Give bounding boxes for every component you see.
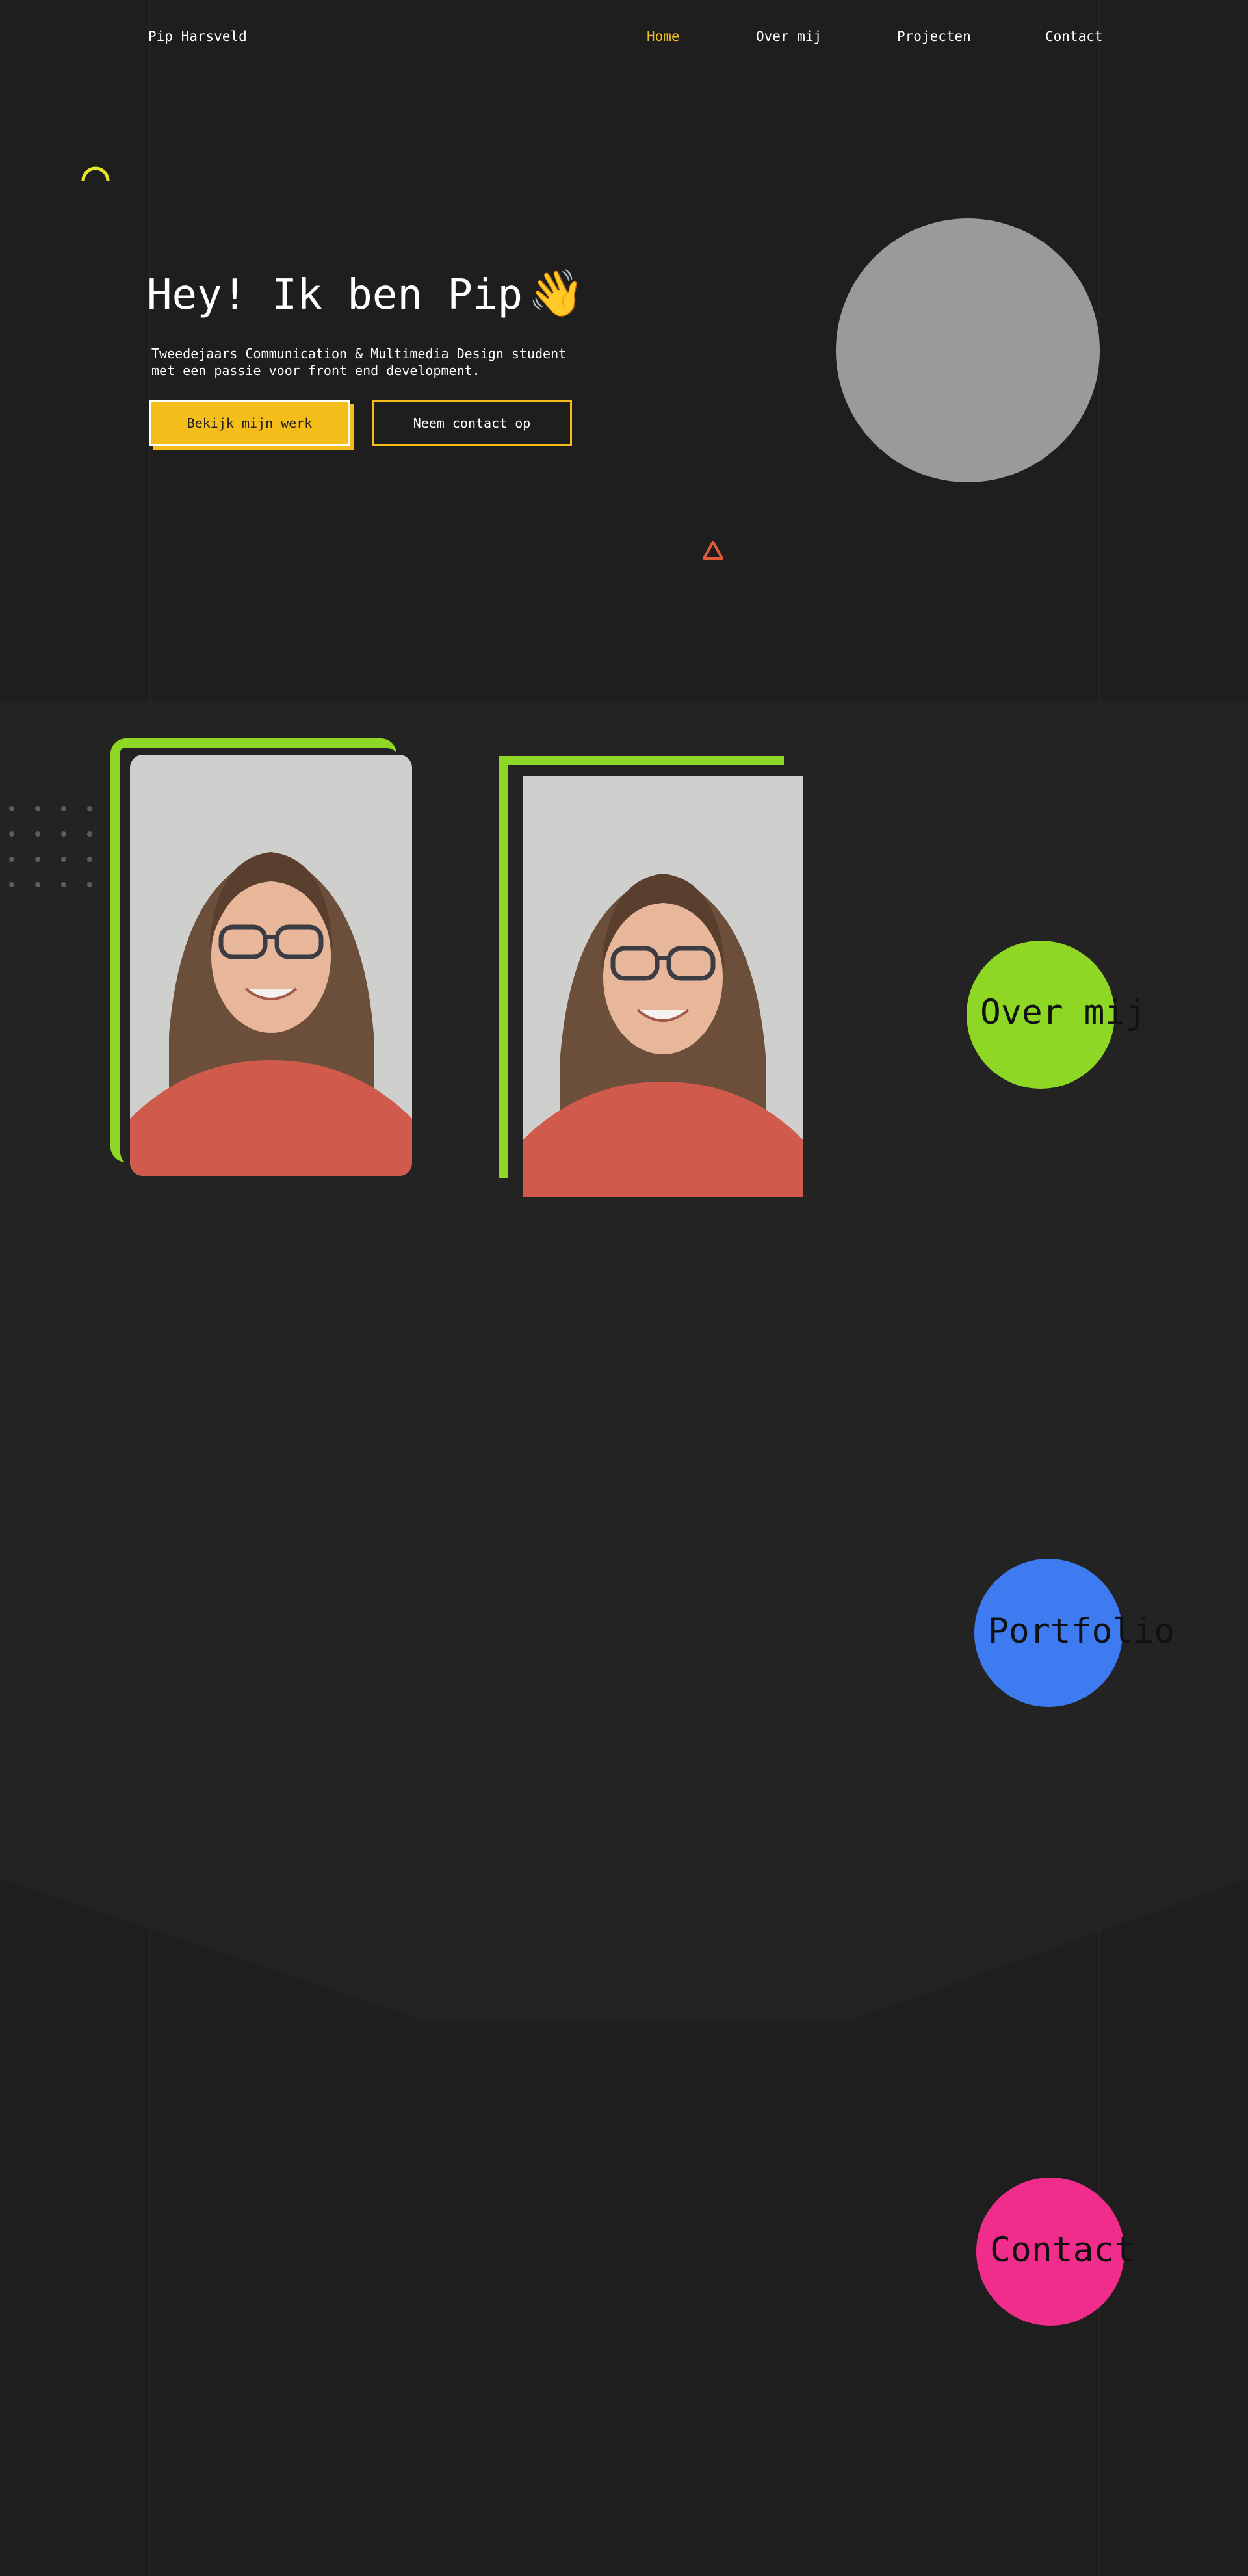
hero-title: Hey! Ik ben Pip 👋: [147, 270, 584, 316]
page: Pip Harsveld Home Over mij Projecten Con…: [0, 0, 1248, 2576]
grid-dot: [35, 831, 40, 837]
hero-image-placeholder: [836, 218, 1100, 482]
view-work-button[interactable]: Bekijk mijn werk: [150, 400, 350, 446]
grid-dot: [9, 882, 14, 887]
contact-label[interactable]: Contact: [990, 2230, 1135, 2270]
about-label[interactable]: Over mij: [980, 993, 1146, 1032]
grid-dot: [61, 806, 66, 811]
grid-dot: [35, 857, 40, 862]
grid-dot: [87, 882, 92, 887]
guide-line-left: [150, 0, 151, 2576]
grid-dot: [61, 831, 66, 837]
section-divider-chevron: [0, 1879, 1248, 2100]
grid-dot: [61, 857, 66, 862]
grid-dot: [9, 857, 14, 862]
grid-dot: [35, 882, 40, 887]
grid-dot: [9, 831, 14, 837]
dot-grid-decoration: [9, 806, 100, 891]
grid-dot: [87, 831, 92, 837]
triangle-outline-icon: [703, 541, 723, 560]
guide-line-right: [1098, 0, 1100, 2576]
profile-photo-square: [523, 776, 803, 1197]
grid-dot: [61, 882, 66, 887]
nav-link-over-mij[interactable]: Over mij: [756, 29, 822, 44]
hero-title-text: Hey! Ik ben Pip: [147, 271, 523, 319]
contact-me-button[interactable]: Neem contact op: [372, 400, 572, 446]
nav-link-contact[interactable]: Contact: [1045, 29, 1103, 44]
brand-name[interactable]: Pip Harsveld: [148, 29, 247, 44]
waving-hand-icon: 👋: [527, 267, 585, 320]
grid-dot: [87, 806, 92, 811]
grid-dot: [87, 857, 92, 862]
profile-photo-rounded: [130, 755, 412, 1176]
hero-subtitle: Tweedejaars Communication & Multimedia D…: [151, 346, 567, 378]
portfolio-label[interactable]: Portfolio: [988, 1611, 1175, 1651]
grid-dot: [35, 806, 40, 811]
nav-link-projecten[interactable]: Projecten: [897, 29, 971, 44]
arc-shape-icon: [81, 166, 110, 181]
grid-dot: [9, 806, 14, 811]
nav-link-home[interactable]: Home: [647, 29, 680, 44]
top-navigation: Pip Harsveld Home Over mij Projecten Con…: [0, 0, 1248, 73]
